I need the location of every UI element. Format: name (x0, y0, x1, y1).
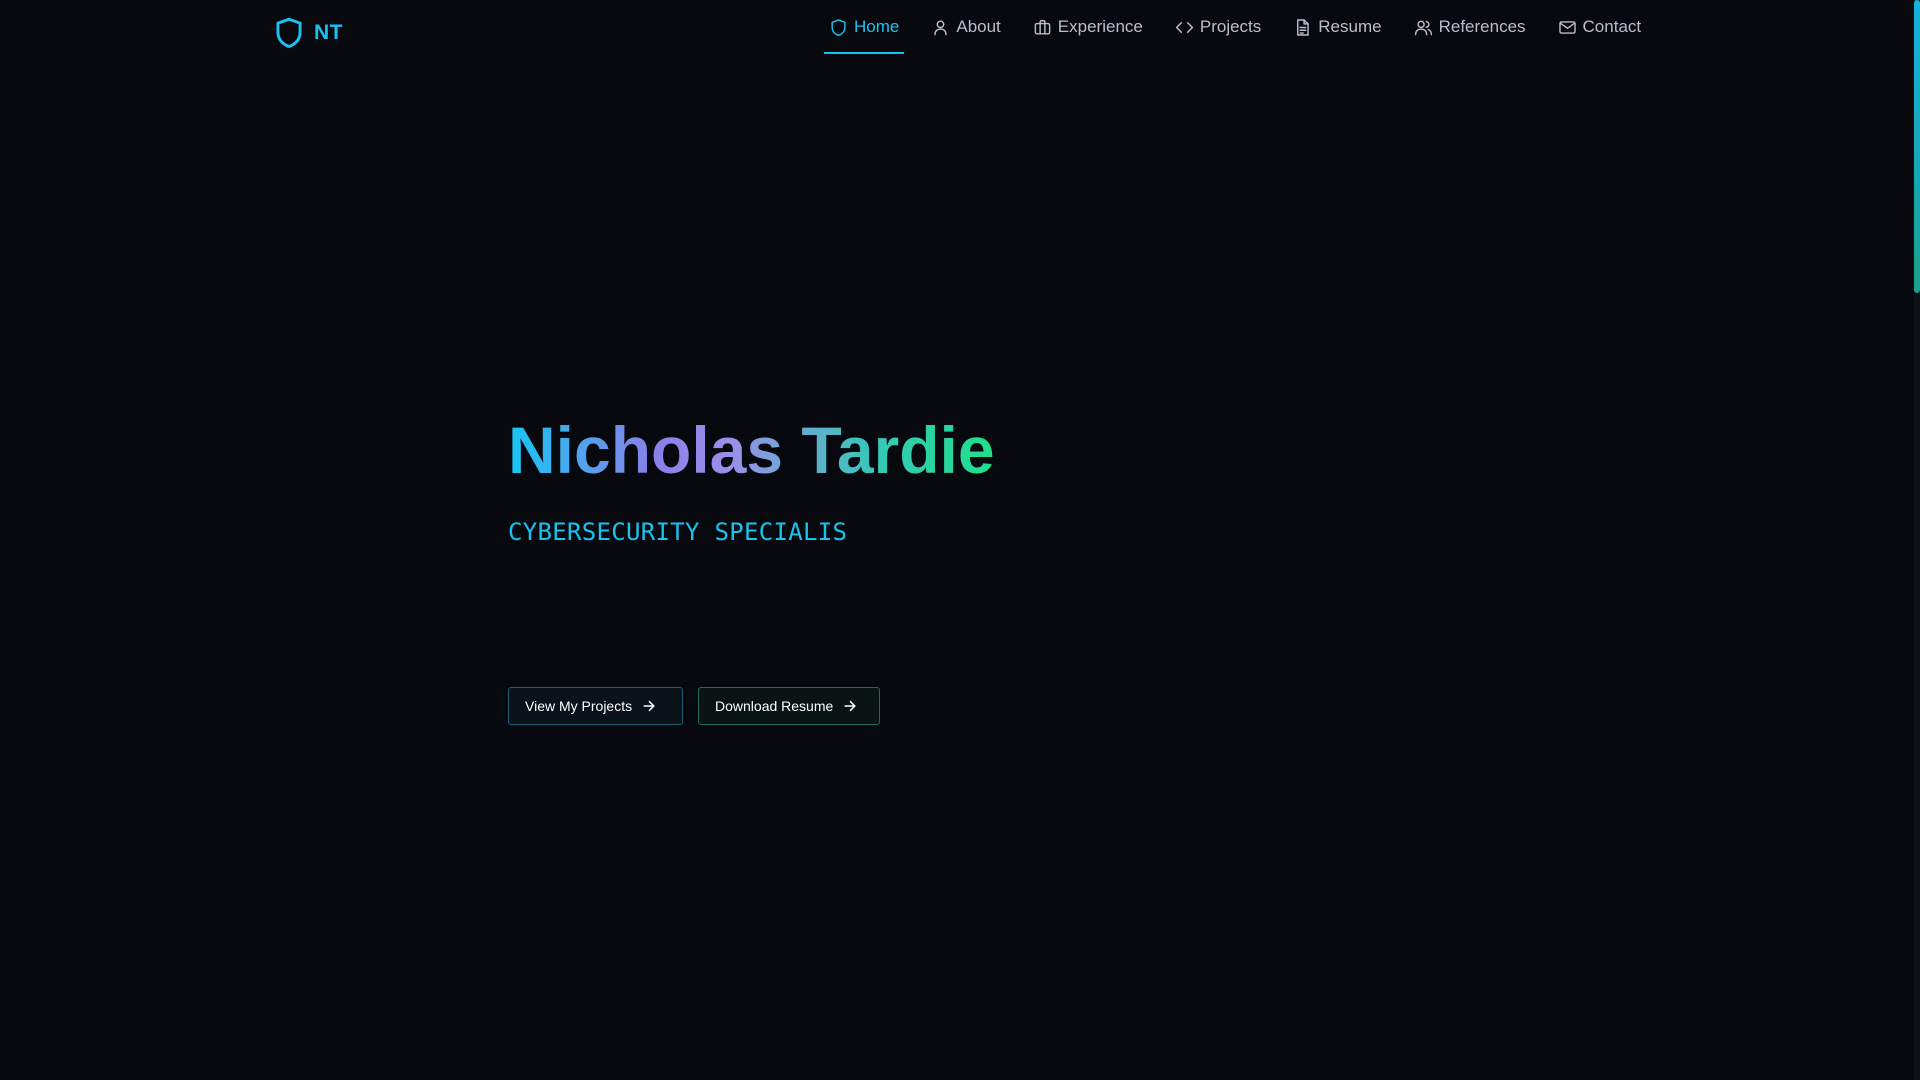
page: NT Home About Experience Projects Resume… (0, 0, 1920, 1080)
nav-item-label: Experience (1057, 17, 1143, 36)
download-resume-label: Download Resume (715, 698, 834, 714)
view-projects-label: View My Projects (525, 698, 633, 714)
arrow-right-icon (844, 700, 856, 712)
scrollbar-thumb[interactable] (1914, 0, 1920, 293)
nav-item-projects[interactable]: Projects (1170, 0, 1266, 54)
briefcase-icon (1034, 19, 1051, 35)
nav-item-references[interactable]: References (1409, 0, 1531, 54)
shield-icon (276, 17, 302, 49)
nav-item-label: Contact (1582, 17, 1642, 36)
mail-icon (1558, 20, 1576, 34)
nav-item-about[interactable]: About (926, 0, 1005, 54)
nav-item-resume[interactable]: Resume (1288, 0, 1386, 54)
nav-item-contact[interactable]: Contact (1553, 0, 1647, 54)
logo-text: NT (314, 21, 343, 44)
document-icon (1297, 18, 1310, 36)
nav-item-label: About (956, 17, 1001, 36)
main-nav: Home About Experience Projects Resume Re… (824, 0, 1668, 54)
shield-icon (831, 18, 846, 36)
navbar: NT Home About Experience Projects Resume… (0, 0, 1914, 66)
nav-item-experience[interactable]: Experience (1028, 0, 1148, 54)
nav-item-label: Home (854, 17, 900, 36)
arrow-right-icon (643, 700, 655, 712)
logo-link[interactable]: NT (274, 17, 343, 49)
page-scrollbar[interactable] (1914, 0, 1920, 1080)
view-projects-button[interactable]: View My Projects (508, 687, 683, 725)
nav-item-label: Resume (1318, 17, 1382, 36)
download-resume-button[interactable]: Download Resume (698, 687, 880, 725)
users-icon (1414, 20, 1432, 35)
nav-item-label: References (1438, 17, 1526, 36)
hero-name: Nicholas Tardie (508, 408, 995, 492)
nav-item-home[interactable]: Home (824, 0, 905, 54)
user-icon (934, 19, 948, 35)
nav-item-label: Projects (1199, 17, 1262, 36)
code-icon (1175, 21, 1194, 33)
hero-subtitle: CYBERSECURITY SPECIALIS (508, 518, 848, 546)
